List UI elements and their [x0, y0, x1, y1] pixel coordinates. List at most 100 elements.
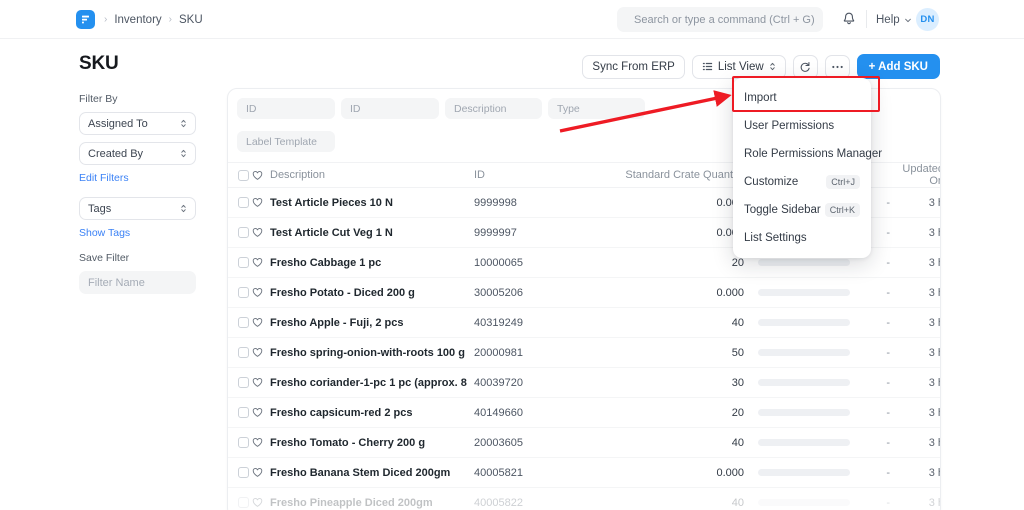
cell-description[interactable]: Fresho capsicum-red 2 pcs — [266, 407, 474, 419]
tags-select[interactable]: Tags — [79, 197, 196, 220]
edit-filters-link[interactable]: Edit Filters — [79, 172, 196, 184]
menu-item-role-permissions-manager[interactable]: Role Permissions Manager — [733, 140, 882, 168]
row-checkbox[interactable] — [238, 467, 249, 478]
table-row[interactable]: Fresho spring-onion-with-roots 100 g 2000… — [228, 338, 940, 368]
more-options-button[interactable] — [824, 54, 850, 79]
cell-description[interactable]: Test Article Cut Veg 1 N — [266, 227, 474, 239]
ellipsis-icon — [831, 65, 843, 68]
filter-input-description[interactable]: Description — [445, 98, 542, 119]
row-checkbox[interactable] — [238, 317, 249, 328]
table-row[interactable]: Fresho capsicum-red 2 pcs4014966020-3 h0 — [228, 398, 940, 428]
row-checkbox[interactable] — [238, 377, 249, 388]
filter-input-id-1[interactable]: ID — [237, 98, 335, 119]
bell-icon[interactable] — [840, 10, 858, 28]
cell-dash: - — [886, 466, 890, 479]
select-all-checkbox[interactable] — [238, 169, 249, 181]
table-row[interactable]: Fresho Tomato - Cherry 200 g 20003605 40 - 3… — [228, 428, 940, 458]
heart-icon[interactable] — [249, 377, 266, 388]
menu-item-toggle-sidebar[interactable]: Toggle Sidebar Ctrl+K — [733, 196, 871, 224]
filter-input-id-2[interactable]: ID — [341, 98, 439, 119]
cell-description[interactable]: Fresho Tomato - Cherry 200 g — [266, 437, 474, 449]
filter-name-input[interactable]: Filter Name — [79, 271, 196, 294]
loading-placeholder — [758, 259, 850, 266]
heart-icon[interactable] — [249, 497, 266, 508]
chevron-down-icon — [904, 18, 911, 22]
heart-icon[interactable] — [249, 317, 266, 328]
row-checkbox[interactable] — [238, 437, 249, 448]
row-checkbox[interactable] — [238, 257, 249, 268]
created-by-select[interactable]: Created By — [79, 142, 196, 165]
menu-item-customize[interactable]: Customize Ctrl+J — [733, 168, 871, 196]
refresh-button[interactable] — [792, 54, 818, 79]
cell-standard-crate-quantity: 20 — [731, 256, 744, 269]
cell-standard-crate-quantity: 50 — [731, 346, 744, 359]
search-input[interactable]: Search or type a command (Ctrl + G) — [617, 7, 823, 32]
cell-id: 40005821 — [474, 466, 523, 479]
cell-lower-tolerance — [744, 439, 862, 446]
navbar-divider — [866, 10, 867, 28]
refresh-icon — [800, 61, 810, 72]
cell-updated-on: 3 h — [928, 196, 940, 209]
cell-description[interactable]: Fresho Potato - Diced 200 g — [266, 287, 474, 299]
filter-input-label-template[interactable]: Label Template — [237, 131, 335, 152]
cell-standard-crate-quantity: 40 — [731, 496, 744, 509]
heart-icon[interactable] — [249, 437, 266, 448]
column-header-updated-on[interactable]: Updated On — [890, 163, 940, 187]
table-row[interactable]: Fresho Apple - Fuji, 2 pcs40319249 40 - 3 h… — [228, 308, 940, 338]
row-checkbox[interactable] — [238, 287, 249, 298]
table-row[interactable]: Fresho Pineapple Diced 200gm 40005822 40 - 3… — [228, 488, 940, 510]
cell-description[interactable]: Fresho Cabbage 1 pc — [266, 257, 474, 269]
cell-id: 40149660 — [474, 406, 523, 419]
cell-updated-on: 3 h — [928, 496, 940, 509]
assigned-to-select[interactable]: Assigned To — [79, 112, 196, 135]
add-sku-label: + Add SKU — [868, 60, 928, 73]
row-checkbox[interactable] — [238, 497, 249, 508]
breadcrumb-item-inventory[interactable]: Inventory — [114, 14, 161, 26]
row-checkbox[interactable] — [238, 227, 249, 238]
row-checkbox[interactable] — [238, 197, 249, 208]
show-tags-link[interactable]: Show Tags — [79, 227, 196, 239]
cell-description[interactable]: Fresho Apple - Fuji, 2 pcs — [266, 317, 474, 329]
column-header-description[interactable]: Description — [266, 169, 474, 181]
up-down-arrow-icon — [181, 149, 186, 158]
help-menu[interactable]: Help — [876, 0, 912, 39]
frappe-logo-icon[interactable] — [76, 10, 95, 29]
column-header-id[interactable]: ID — [474, 169, 584, 181]
table-row[interactable]: Fresho Potato - Diced 200 g 30005206 0.000… — [228, 278, 940, 308]
filter-placeholder: Description — [454, 102, 507, 115]
menu-item-list-settings[interactable]: List Settings — [733, 224, 871, 252]
up-down-arrow-icon — [181, 204, 186, 213]
cell-id: 20000981 — [474, 346, 523, 359]
cell-description[interactable]: Fresho coriander-1-pc 1 pc (approx. 8 — [266, 377, 474, 389]
table-row[interactable]: Fresho coriander-1-pc 1 pc (approx. 8 400… — [228, 368, 940, 398]
sync-from-erp-button[interactable]: Sync From ERP — [582, 54, 685, 79]
save-filter-label: Save Filter — [79, 252, 130, 264]
row-checkbox[interactable] — [238, 347, 249, 358]
cell-description[interactable]: Fresho spring-onion-with-roots 100 g — [266, 347, 474, 359]
row-checkbox[interactable] — [238, 407, 249, 418]
filter-input-type[interactable]: Type — [548, 98, 645, 119]
list-view-button[interactable]: List View — [691, 54, 786, 79]
heart-icon[interactable] — [249, 227, 266, 238]
menu-item-user-permissions[interactable]: User Permissions — [733, 112, 871, 140]
cell-lower-tolerance — [744, 259, 862, 266]
cell-description[interactable]: Fresho Pineapple Diced 200gm — [266, 497, 474, 509]
cell-lower-tolerance — [744, 499, 862, 506]
cell-description[interactable]: Test Article Pieces 10 N — [266, 197, 474, 209]
heart-icon[interactable] — [249, 197, 266, 208]
avatar[interactable]: DN — [916, 8, 939, 31]
heart-icon[interactable] — [249, 257, 266, 268]
cell-standard-crate-quantity: 20 — [731, 406, 744, 419]
cell-description[interactable]: Fresho Banana Stem Diced 200gm — [266, 467, 474, 479]
heart-icon[interactable] — [249, 287, 266, 298]
cell-updated-on: 3 h — [928, 286, 940, 299]
breadcrumb-item-sku[interactable]: SKU — [179, 14, 203, 26]
heart-icon[interactable] — [249, 347, 266, 358]
heart-icon[interactable] — [249, 407, 266, 418]
search-placeholder: Search or type a command (Ctrl + G) — [634, 13, 815, 26]
cell-lower-tolerance — [744, 319, 862, 326]
filter-name-placeholder: Filter Name — [88, 276, 145, 289]
heart-icon[interactable] — [249, 467, 266, 478]
column-header-standard-crate-quantity[interactable]: Standard Crate Quantity — [584, 169, 744, 181]
table-row[interactable]: Fresho Banana Stem Diced 200gm 40005821 0.… — [228, 458, 940, 488]
